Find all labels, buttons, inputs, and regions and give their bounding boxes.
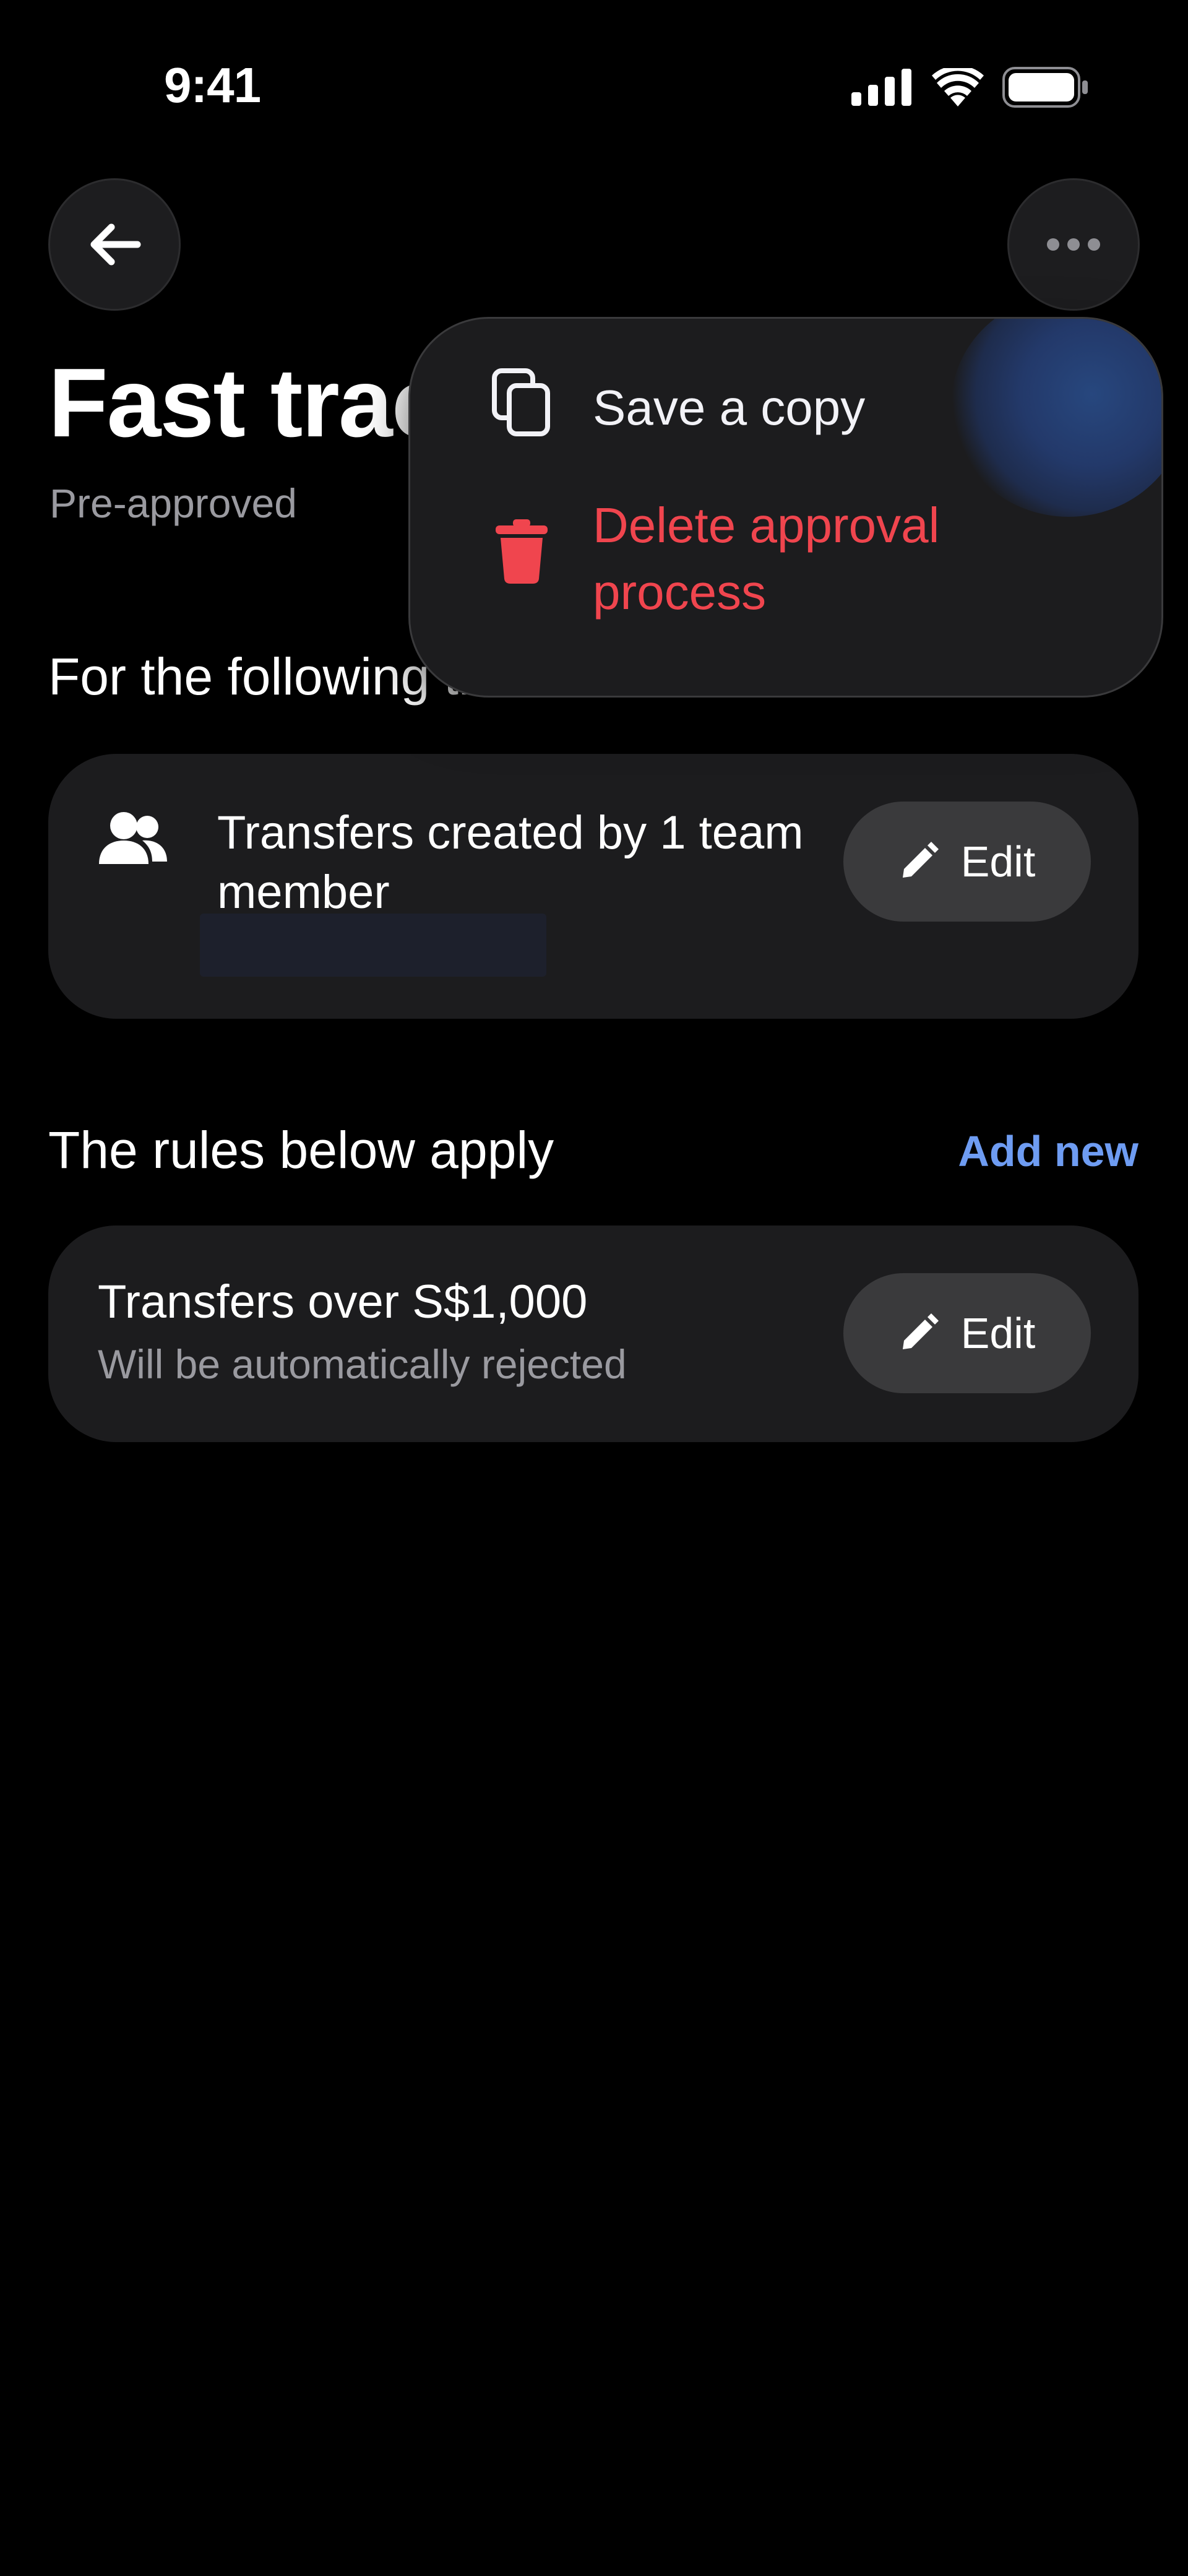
pencil-icon [902, 842, 939, 878]
edit-rule-label: Edit [960, 1309, 1036, 1357]
trash-icon [496, 519, 548, 584]
status-bar: 9:41 [0, 0, 1188, 179]
blurred-area [200, 914, 546, 977]
rule-description: Will be automatically rejected [98, 1341, 627, 1387]
rule-card: Transfers over S$1,000 Will be automatic… [48, 1225, 1138, 1442]
battery-icon [1002, 67, 1088, 108]
status-icons [851, 67, 1089, 108]
transfers-card-text: Transfers created by 1 team member [217, 806, 804, 918]
menu-item-delete-process-label: Delete approval process [593, 498, 940, 620]
copy-icon [492, 368, 550, 436]
pencil-icon [902, 1313, 939, 1349]
signal-icon [851, 69, 911, 106]
ellipsis-icon [1047, 238, 1100, 251]
edit-transfers-label: Edit [960, 837, 1036, 886]
menu-item-save-copy-label: Save a copy [593, 380, 866, 435]
rule-title: Transfers over S$1,000 [98, 1276, 588, 1328]
page-subtitle: Pre-approved [50, 480, 297, 526]
edit-transfers-button[interactable]: Edit [843, 802, 1091, 922]
edit-rule-button[interactable]: Edit [843, 1273, 1091, 1393]
arrow-left-icon [90, 223, 141, 266]
options-menu: Save a copy Delete approval process [408, 317, 1163, 698]
more-options-button[interactable] [1007, 178, 1140, 311]
wifi-icon [932, 68, 984, 106]
back-button[interactable] [48, 178, 181, 311]
team-icon [99, 812, 167, 864]
add-new-rule-link[interactable]: Add new [958, 1126, 1138, 1176]
status-time: 9:41 [164, 58, 261, 113]
rules-section-title: The rules below apply [48, 1121, 554, 1179]
transfers-card: Transfers created by 1 team member Edit [48, 754, 1138, 1019]
